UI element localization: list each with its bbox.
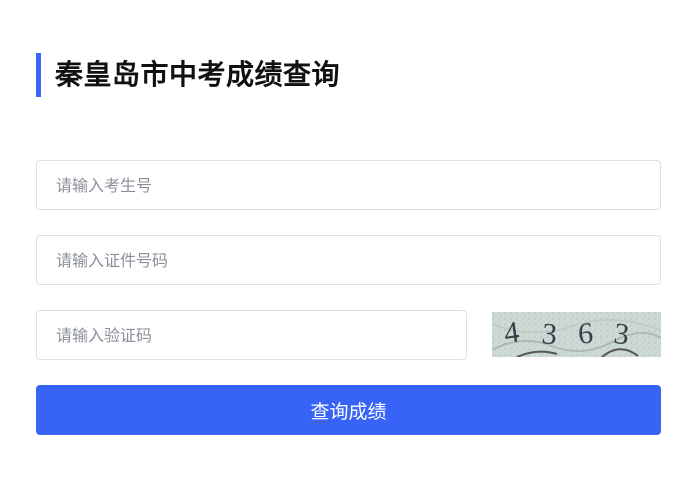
captcha-digit: 6 <box>577 317 594 351</box>
title-accent-bar <box>36 53 41 97</box>
id-number-input[interactable] <box>36 235 661 285</box>
query-score-button[interactable]: 查询成绩 <box>36 385 661 435</box>
query-page: 秦皇岛市中考成绩查询 4 3 6 3 查询成绩 <box>0 0 691 490</box>
page-title: 秦皇岛市中考成绩查询 <box>55 58 341 91</box>
captcha-digit: 3 <box>541 317 559 351</box>
exam-number-input[interactable] <box>36 160 661 210</box>
captcha-input[interactable] <box>36 310 467 360</box>
captcha-image[interactable]: 4 3 6 3 <box>492 312 661 357</box>
